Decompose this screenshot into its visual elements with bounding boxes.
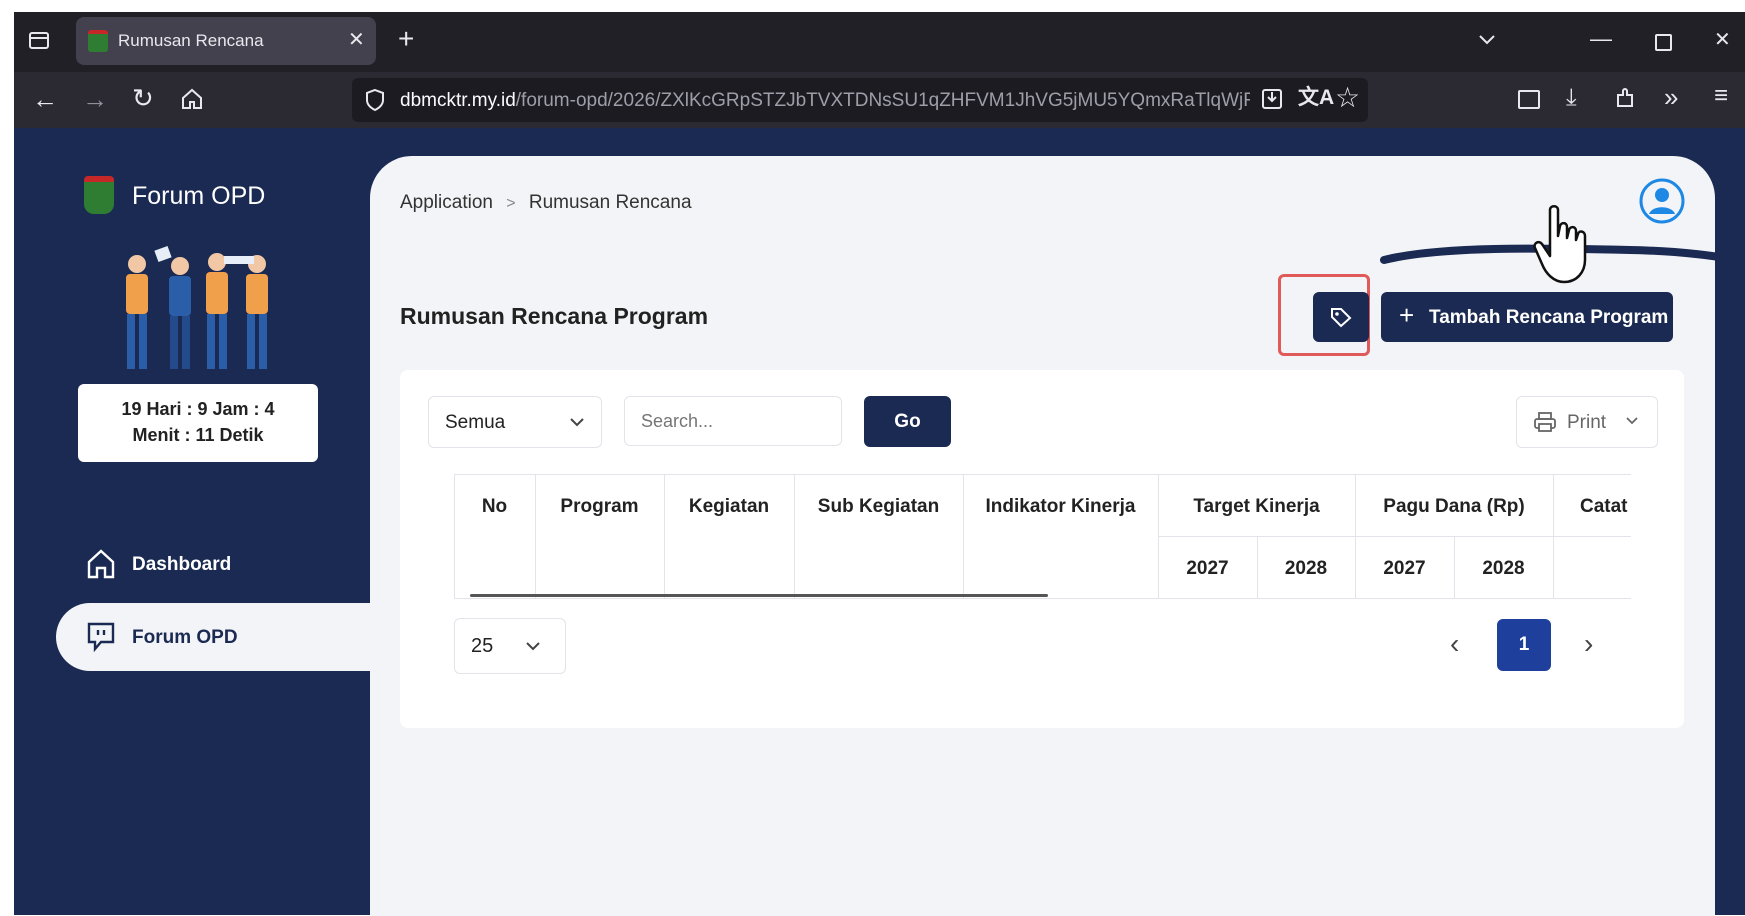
- page-title: Rumusan Rencana Program: [400, 303, 709, 329]
- page-size-value: 25: [471, 635, 494, 657]
- new-tab-icon[interactable]: +: [398, 25, 414, 53]
- app-logo: [84, 176, 114, 214]
- close-tab-icon[interactable]: ✕: [348, 30, 365, 50]
- col-header-pagu-dana: Pagu Dana (Rp): [1383, 496, 1525, 517]
- save-page-icon[interactable]: [1260, 87, 1284, 115]
- go-button-label: Go: [894, 411, 921, 432]
- home-icon[interactable]: [180, 87, 204, 115]
- go-button[interactable]: Go: [864, 396, 951, 447]
- page-1-button[interactable]: 1: [1497, 619, 1551, 671]
- next-page-button[interactable]: ›: [1584, 628, 1593, 660]
- col-header-indikator-kinerja: Indikator Kinerja: [985, 496, 1136, 517]
- plus-icon: +: [1399, 300, 1415, 330]
- printer-icon: [1534, 412, 1556, 432]
- extensions-icon[interactable]: [1614, 86, 1638, 114]
- chevron-down-icon: [570, 418, 584, 427]
- page-size-select[interactable]: 25: [454, 618, 566, 674]
- house-icon: [87, 549, 115, 579]
- data-table: No Program Kegiatan Sub Kegiatan Indikat…: [454, 474, 1631, 600]
- back-icon[interactable]: ←: [32, 86, 58, 112]
- print-label: Print: [1567, 412, 1607, 433]
- url-host: dbmcktr.my.id: [400, 90, 516, 111]
- col-header-catatan: Catat: [1580, 496, 1628, 517]
- countdown-box: 19 Hari : 9 Jam : 4 Menit : 11 Detik: [78, 384, 318, 462]
- chat-icon: [87, 622, 115, 653]
- reload-icon[interactable]: ↻: [132, 85, 154, 111]
- breadcrumb-separator: >: [506, 195, 516, 212]
- tab-title: Rumusan Rencana: [118, 31, 264, 50]
- overflow-icon[interactable]: »: [1664, 84, 1678, 110]
- print-button[interactable]: Print: [1516, 396, 1658, 448]
- filter-select[interactable]: Semua: [428, 396, 602, 448]
- restore-icon[interactable]: [1655, 34, 1672, 51]
- team-illustration: [126, 245, 268, 369]
- url-path: /forum-opd/2026/ZXlKcGRpSTZJbTVXTDNsSU1q…: [515, 90, 1250, 111]
- countdown-line-1: 19 Hari : 9 Jam : 4: [121, 399, 275, 419]
- breadcrumb-root[interactable]: Application: [400, 192, 493, 213]
- tab-overflow-icon[interactable]: [1476, 28, 1498, 54]
- horizontal-scrollbar[interactable]: [470, 594, 1048, 597]
- close-window-icon[interactable]: ✕: [1714, 30, 1731, 50]
- filter-select-value: Semua: [445, 412, 506, 433]
- page-1-label: 1: [1518, 634, 1530, 655]
- sub-header-pagu-2027: 2027: [1383, 558, 1426, 579]
- tag-button[interactable]: [1313, 292, 1369, 342]
- url-text[interactable]: dbmcktr.my.id/forum-opd/2026/ZXlKcGRpSTZ…: [400, 90, 1250, 114]
- app-name: Forum OPD: [132, 182, 266, 210]
- col-header-target-kinerja: Target Kinerja: [1193, 496, 1320, 517]
- chevron-down-icon: [1626, 417, 1638, 425]
- minimize-icon[interactable]: —: [1590, 28, 1612, 50]
- col-header-kegiatan: Kegiatan: [688, 496, 770, 517]
- sub-header-target-2027: 2027: [1186, 558, 1229, 579]
- sidebar-item-forum-opd-label: Forum OPD: [132, 627, 238, 648]
- sub-header-target-2028: 2028: [1284, 558, 1328, 579]
- add-program-button[interactable]: + Tambah Rencana Program: [1381, 292, 1673, 342]
- sub-header-pagu-2028: 2028: [1482, 558, 1525, 579]
- bookmark-star-icon[interactable]: ☆: [1335, 84, 1360, 112]
- breadcrumb: Application > Rumusan Rencana: [400, 192, 692, 214]
- add-program-label: Tambah Rencana Program: [1429, 307, 1669, 328]
- search-input[interactable]: [624, 396, 842, 446]
- hand-cursor-icon: [1533, 205, 1587, 284]
- translate-icon[interactable]: 文A: [1298, 87, 1334, 108]
- sidebar-item-dashboard[interactable]: Dashboard: [84, 548, 324, 584]
- tag-icon: [1331, 308, 1352, 328]
- col-header-sub-kegiatan: Sub Kegiatan: [817, 496, 940, 517]
- sidebar-item-dashboard-label: Dashboard: [132, 554, 232, 575]
- countdown-line-2: Menit : 11 Detik: [132, 425, 264, 445]
- sidebar-icon[interactable]: [1518, 90, 1540, 109]
- prev-page-button[interactable]: ‹: [1450, 628, 1459, 660]
- breadcrumb-current: Rumusan Rencana: [528, 192, 692, 213]
- menu-icon[interactable]: ≡: [1714, 84, 1728, 108]
- forward-icon[interactable]: →: [82, 86, 108, 112]
- flag-favicon: [88, 30, 108, 52]
- chevron-down-icon: [526, 642, 540, 651]
- col-header-program: Program: [560, 496, 639, 517]
- col-header-no: No: [481, 496, 508, 517]
- download-icon[interactable]: ⤓: [1566, 86, 1577, 110]
- shield-icon[interactable]: [364, 88, 386, 116]
- user-avatar-icon[interactable]: [1639, 178, 1685, 224]
- tab-list-icon[interactable]: [26, 28, 52, 54]
